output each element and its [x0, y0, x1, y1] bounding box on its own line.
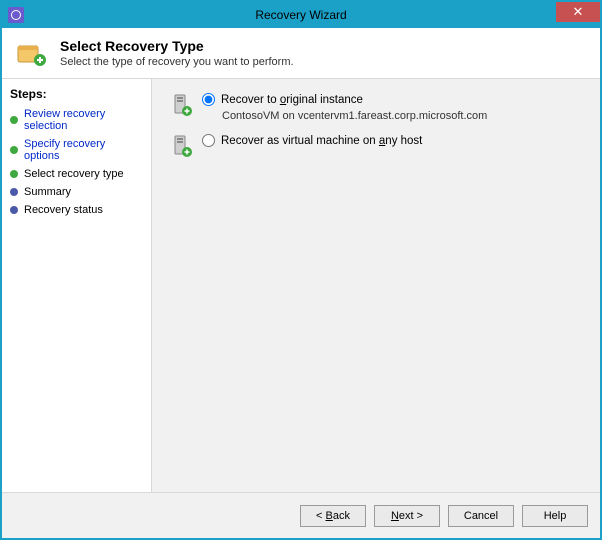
header-text: Select Recovery Type Select the type of …	[60, 38, 294, 68]
close-icon: ✕	[573, 4, 584, 20]
step-pending-icon	[10, 188, 18, 196]
server-original-icon	[168, 93, 196, 117]
wizard-footer: < Back Next > Cancel Help	[2, 492, 600, 538]
step-done-icon	[10, 116, 18, 124]
back-button[interactable]: < Back	[300, 505, 366, 527]
step-label: Recovery status	[24, 204, 103, 216]
radio-recover-original[interactable]: Recover to original instance	[202, 93, 487, 106]
page-title: Select Recovery Type	[60, 38, 294, 54]
wizard-body: Steps: Review recovery selection Specify…	[2, 79, 600, 492]
radio-original-label: Recover to original instance	[221, 94, 363, 106]
recovery-icon	[16, 38, 48, 70]
radio-anyhost-input[interactable]	[202, 134, 215, 147]
step-review-recovery-selection[interactable]: Review recovery selection	[2, 105, 151, 135]
server-anyhost-icon	[168, 134, 196, 158]
step-label: Summary	[24, 186, 71, 198]
original-instance-detail: ContosoVM on vcentervm1.fareast.corp.mic…	[222, 110, 487, 122]
page-subtitle: Select the type of recovery you want to …	[60, 56, 294, 68]
window-title: Recovery Wizard	[2, 8, 600, 22]
content-pane: Recover to original instance ContosoVM o…	[152, 79, 600, 492]
steps-pane: Steps: Review recovery selection Specify…	[2, 79, 152, 492]
cancel-button[interactable]: Cancel	[448, 505, 514, 527]
step-recovery-status[interactable]: Recovery status	[2, 201, 151, 219]
app-icon	[8, 7, 24, 23]
step-label: Review recovery selection	[24, 108, 143, 132]
radio-original-input[interactable]	[202, 93, 215, 106]
next-button[interactable]: Next >	[374, 505, 440, 527]
radio-recover-any-host[interactable]: Recover as virtual machine on any host	[202, 134, 422, 147]
option-recover-any-host: Recover as virtual machine on any host	[168, 134, 584, 158]
option-recover-original: Recover to original instance ContosoVM o…	[168, 93, 584, 122]
step-summary[interactable]: Summary	[2, 183, 151, 201]
step-label: Specify recovery options	[24, 138, 143, 162]
help-button[interactable]: Help	[522, 505, 588, 527]
wizard-header: Select Recovery Type Select the type of …	[2, 28, 600, 79]
titlebar: Recovery Wizard ✕	[2, 2, 600, 28]
step-current-icon	[10, 170, 18, 178]
step-specify-recovery-options[interactable]: Specify recovery options	[2, 135, 151, 165]
step-label: Select recovery type	[24, 168, 124, 180]
close-button[interactable]: ✕	[556, 2, 600, 22]
step-pending-icon	[10, 206, 18, 214]
radio-anyhost-label: Recover as virtual machine on any host	[221, 135, 422, 147]
step-done-icon	[10, 146, 18, 154]
recovery-wizard-window: Recovery Wizard ✕ Select Recovery Type S…	[0, 0, 602, 540]
step-select-recovery-type[interactable]: Select recovery type	[2, 165, 151, 183]
steps-heading: Steps:	[2, 85, 151, 105]
